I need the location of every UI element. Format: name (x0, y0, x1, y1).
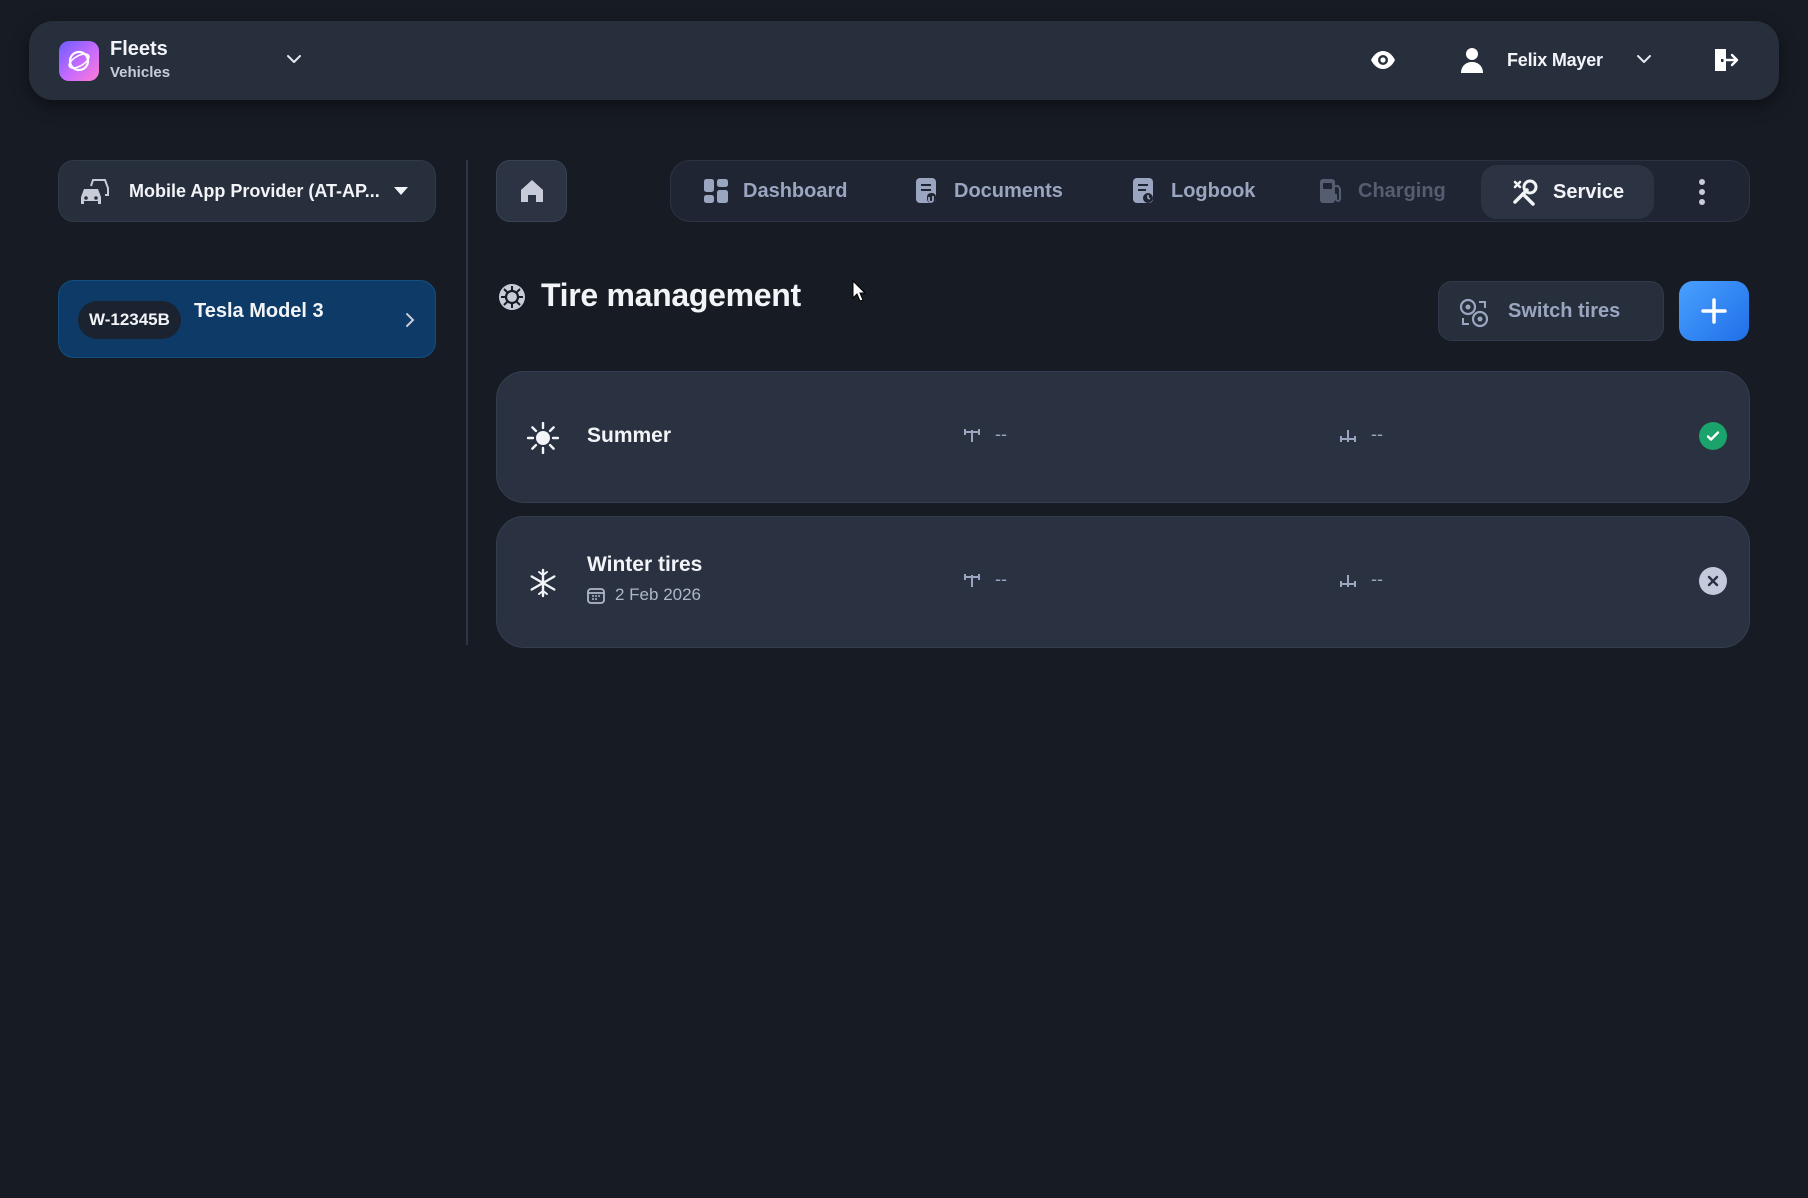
top-bar: Fleets Vehicles Felix Mayer (29, 21, 1779, 100)
organization-label: Mobile App Provider (AT-AP... (129, 181, 380, 201)
snowflake-icon (527, 567, 559, 599)
service-icon (1513, 179, 1538, 206)
mileage-icon (1340, 574, 1356, 587)
tab-documents[interactable]: Documents (914, 161, 1063, 221)
eye-icon[interactable] (1369, 46, 1397, 74)
mileage-metric: -- (1339, 569, 1383, 590)
sun-icon (527, 422, 559, 454)
license-plate: W-12345B (78, 301, 181, 339)
check-circle-icon (1699, 422, 1727, 450)
dashboard-icon (704, 179, 728, 203)
tire-set-card[interactable]: Summer -- -- (496, 371, 1750, 503)
switch-tires-button[interactable]: Switch tires (1438, 281, 1664, 341)
switch-tires-icon (1459, 298, 1489, 328)
tire-icon (498, 283, 526, 311)
chevron-down-icon[interactable] (1635, 50, 1653, 68)
tab-service[interactable]: Service (1481, 165, 1655, 219)
vehicle-nav: Dashboard Documents Logbook Charging Ser… (670, 160, 1750, 222)
user-icon[interactable] (1460, 46, 1484, 74)
x-circle-icon (1699, 567, 1727, 595)
mileage-value: -- (1371, 424, 1383, 444)
mileage-value: -- (1371, 569, 1383, 589)
fleets-logo-icon[interactable] (59, 41, 99, 81)
tire-set-name: Winter tires (587, 553, 703, 576)
plus-icon (1701, 298, 1727, 324)
tread-depth-value: -- (995, 424, 1007, 444)
tread-depth-icon (964, 428, 980, 442)
tire-set-name: Summer (587, 424, 672, 447)
tab-logbook-label: Logbook (1171, 179, 1256, 202)
mouse-pointer-icon (852, 280, 866, 302)
charging-icon (1320, 179, 1341, 203)
logout-icon[interactable] (1711, 46, 1739, 74)
vehicle-name: Tesla Model 3 (194, 300, 324, 322)
tab-logbook[interactable]: Logbook (1131, 161, 1255, 221)
tab-service-label: Service (1553, 180, 1625, 203)
tread-depth-value: -- (995, 569, 1007, 589)
tab-charging[interactable]: Charging (1318, 161, 1446, 221)
brand-subtitle[interactable]: Vehicles (110, 64, 170, 81)
caret-down-icon (393, 186, 409, 196)
tab-charging-label: Charging (1358, 179, 1446, 202)
tire-set-date-value: 2 Feb 2026 (615, 585, 702, 604)
add-tire-button[interactable] (1679, 281, 1749, 341)
brand-title[interactable]: Fleets (110, 38, 168, 61)
tread-depth-icon (964, 573, 980, 587)
more-vertical-icon[interactable] (1698, 178, 1706, 206)
tread-depth-metric: -- (963, 424, 1007, 445)
vehicle-item-selected[interactable]: W-12345B Tesla Model 3 (58, 280, 436, 358)
fleet-cars-icon (77, 175, 113, 209)
calendar-icon (587, 588, 605, 604)
organization-select[interactable]: Mobile App Provider (AT-AP... (58, 160, 436, 222)
chevron-down-icon[interactable] (285, 50, 303, 68)
chevron-right-icon (404, 311, 416, 329)
tab-documents-label: Documents (954, 179, 1063, 202)
tab-dashboard-label: Dashboard (743, 179, 848, 202)
user-name[interactable]: Felix Mayer (1507, 50, 1603, 71)
switch-tires-label: Switch tires (1508, 300, 1621, 322)
home-button[interactable] (496, 160, 567, 222)
mileage-icon (1340, 429, 1356, 442)
logbook-icon (1133, 178, 1153, 203)
documents-icon (916, 178, 936, 203)
page-title: Tire management (541, 277, 801, 313)
home-icon (520, 180, 543, 202)
tab-dashboard[interactable]: Dashboard (703, 161, 847, 221)
tread-depth-metric: -- (963, 569, 1007, 590)
tire-set-card[interactable]: Winter tires 2 Feb 2026 -- -- (496, 516, 1750, 648)
tire-set-date: 2 Feb 2026 (587, 585, 701, 605)
mileage-metric: -- (1339, 424, 1383, 445)
column-divider (466, 160, 468, 645)
